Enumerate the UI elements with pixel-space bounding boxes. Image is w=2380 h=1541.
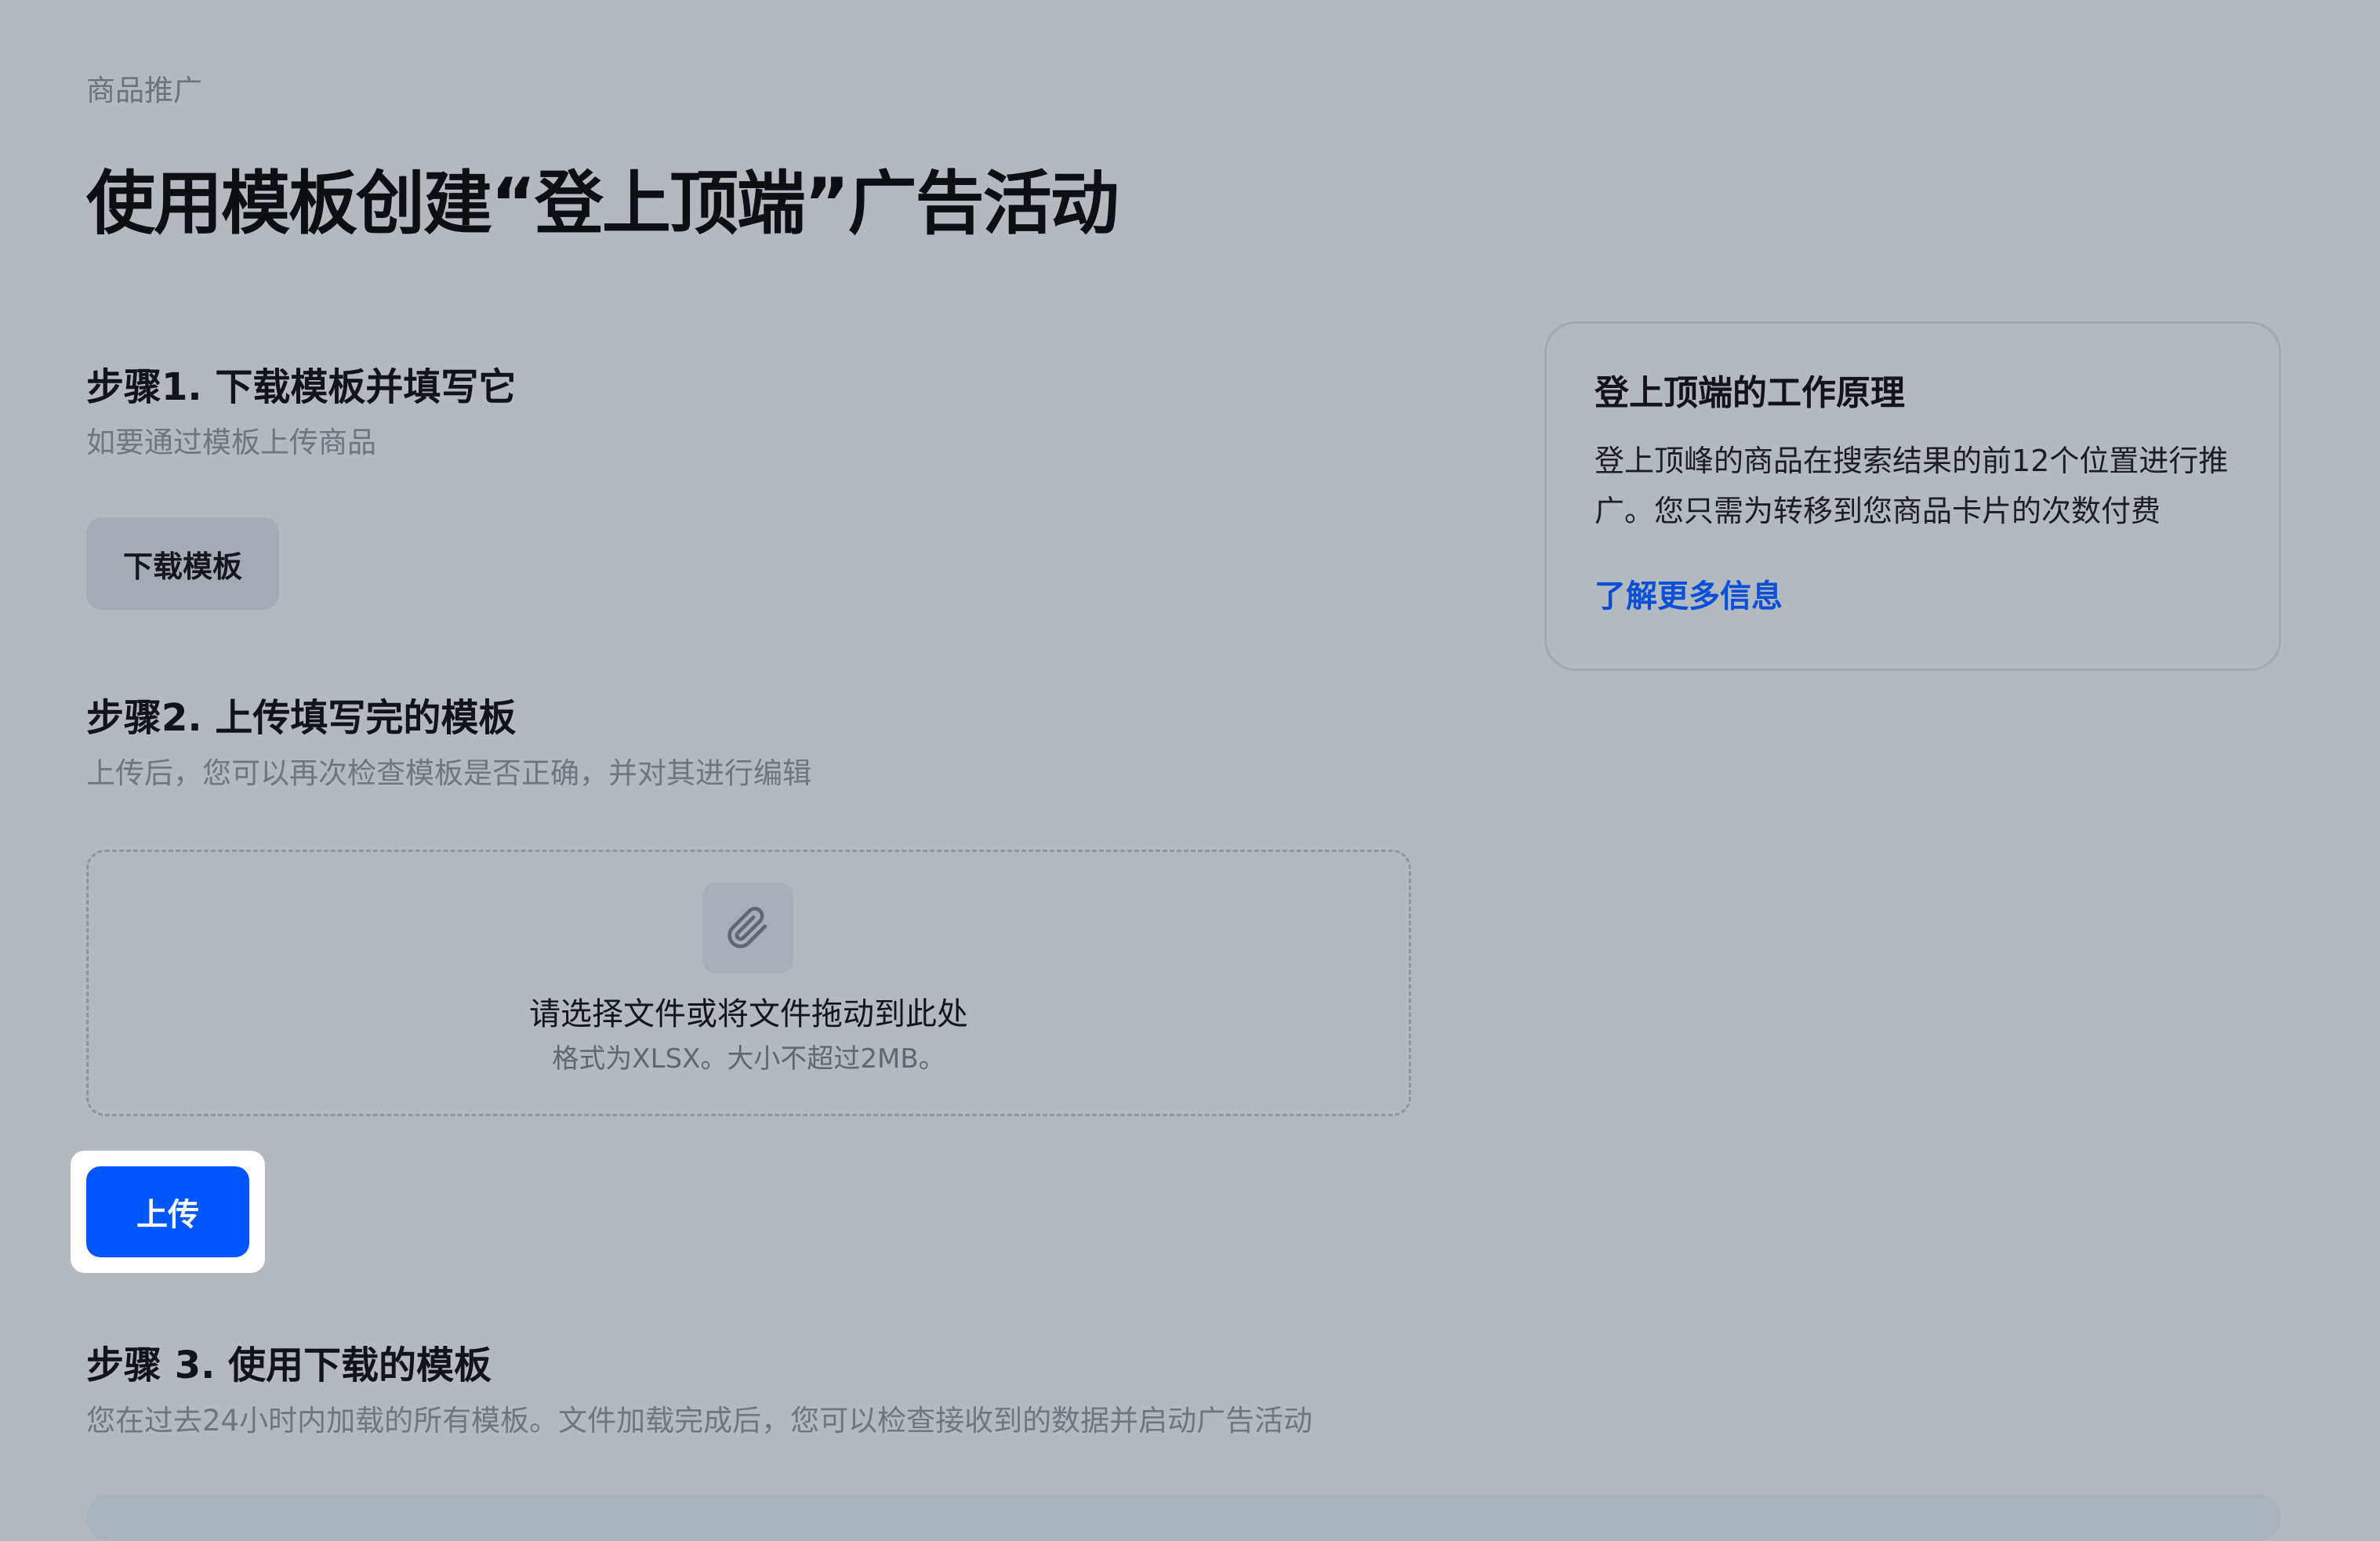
page-title: 使用模板创建“登上顶端”广告活动: [86, 163, 1119, 244]
uploaded-templates-panel: [86, 1494, 2281, 1541]
dropzone-hint: 格式为XLSX。大小不超过2MB。: [552, 1043, 945, 1075]
upload-button[interactable]: 上传: [86, 1166, 249, 1257]
download-template-button[interactable]: 下载模板: [86, 517, 279, 610]
step2-heading: 步骤2. 上传填写完的模板: [86, 696, 517, 740]
step3-heading: 步骤 3. 使用下载的模板: [86, 1343, 492, 1387]
dropzone-title: 请选择文件或将文件拖动到此处: [529, 996, 968, 1032]
info-card-title: 登上顶端的工作原理: [1595, 373, 1905, 413]
paperclip-icon: [702, 883, 793, 974]
learn-more-link[interactable]: 了解更多信息: [1595, 572, 1783, 621]
breadcrumb[interactable]: 商品推广: [86, 72, 202, 110]
step2-description: 上传后，您可以再次检查模板是否正确，并对其进行编辑: [86, 756, 811, 790]
step1-description: 如要通过模板上传商品: [86, 426, 376, 459]
step1-heading: 步骤1. 下载模板并填写它: [86, 365, 517, 409]
step3-description: 您在过去24小时内加载的所有模板。文件加载完成后，您可以检查接收到的数据并启动广…: [86, 1404, 1313, 1438]
info-card-body: 登上顶峰的商品在搜索结果的前12个位置进行推广。您只需为转移到您商品卡片的次数付…: [1595, 444, 2229, 528]
